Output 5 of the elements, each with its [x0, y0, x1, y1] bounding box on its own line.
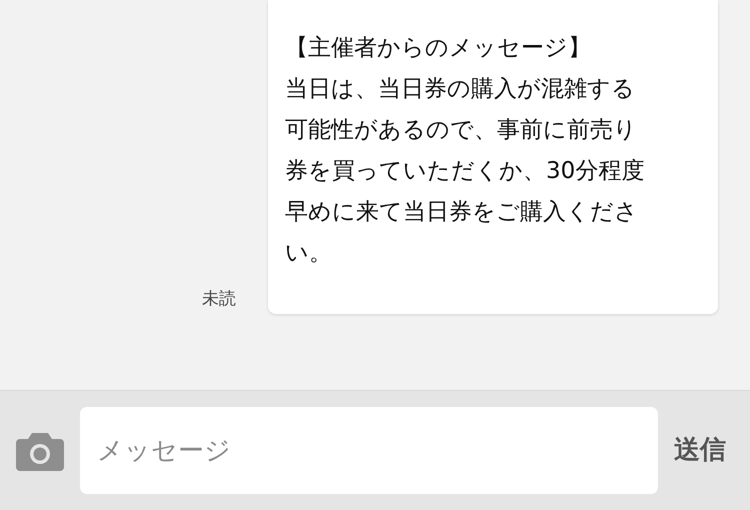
camera-icon[interactable] [16, 430, 64, 470]
send-button[interactable]: 送信 [674, 431, 726, 470]
message-text: 【主催者からのメッセージ】 当日は、当日券の購入が混雑する 可能性があるので、事前に前売り 券を買っていただくか、30分程度 早めに来て当日券をご購入くださ い。 [285, 34, 646, 268]
read-status: 未読 [202, 288, 236, 310]
message-input[interactable]: メッセージ [80, 407, 658, 494]
